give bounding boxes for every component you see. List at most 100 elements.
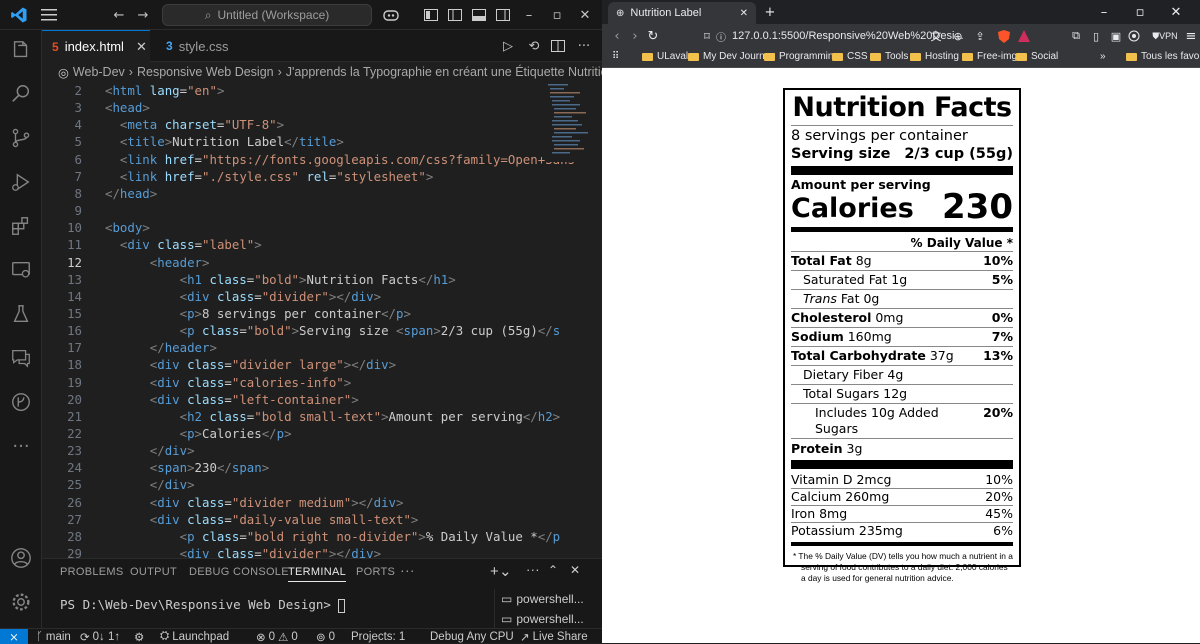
code-line[interactable]: 21 <h2 class="bold small-text">Amount pe… bbox=[42, 408, 602, 425]
panel-tab-output[interactable]: OUTPUT bbox=[130, 566, 177, 578]
bookmark-folder[interactable]: Free-img bbox=[962, 51, 1017, 62]
remote-explorer-icon[interactable] bbox=[0, 252, 42, 288]
breadcrumb-item[interactable]: Web-Dev bbox=[73, 65, 125, 79]
code-line[interactable]: 11 <div class="label"> bbox=[42, 236, 602, 253]
code-line[interactable]: 16 <p class="bold">Serving size <span>2/… bbox=[42, 322, 602, 339]
bookmark-folder[interactable]: My Dev Journey bbox=[688, 51, 775, 62]
editor-scrollbar[interactable] bbox=[592, 82, 602, 558]
tab-index-html[interactable]: 5 index.html ✕ bbox=[42, 30, 150, 62]
projects-status[interactable]: Projects: 1 bbox=[351, 629, 405, 644]
code-line[interactable]: 20 <div class="left-container"> bbox=[42, 391, 602, 408]
copilot-icon[interactable] bbox=[380, 4, 402, 26]
wallet-icon[interactable]: ▣ bbox=[1108, 25, 1124, 47]
code-line[interactable]: 25 </div> bbox=[42, 476, 602, 493]
code-line[interactable]: 4 <meta charset="UTF-8"> bbox=[42, 116, 602, 133]
chevron-up-icon[interactable]: ⌃ bbox=[548, 563, 558, 577]
toggle-panel-icon[interactable] bbox=[470, 4, 488, 26]
breadcrumb-item[interactable]: Responsive Web Design bbox=[137, 65, 274, 79]
close-panel-icon[interactable]: ✕ bbox=[570, 563, 580, 577]
build-config-status[interactable]: Debug Any CPU bbox=[430, 629, 514, 644]
extensions-icon[interactable] bbox=[0, 208, 42, 244]
back-icon[interactable]: ‹ bbox=[608, 25, 626, 47]
more-icon[interactable]: ··· bbox=[526, 562, 540, 577]
forward-icon[interactable]: › bbox=[626, 25, 644, 47]
minimize-icon[interactable]: – bbox=[1094, 1, 1114, 23]
panel-tab-problems[interactable]: PROBLEMS bbox=[60, 566, 124, 578]
close-tab-icon[interactable]: ✕ bbox=[740, 8, 748, 19]
code-line[interactable]: 24 <span>230</span> bbox=[42, 459, 602, 476]
tab-style-css[interactable]: 3 style.css bbox=[156, 30, 256, 62]
timeline-icon[interactable]: ⟲ bbox=[524, 35, 544, 57]
code-line[interactable]: 14 <div class="divider"></div> bbox=[42, 288, 602, 305]
code-line[interactable]: 3 <head> bbox=[42, 99, 602, 116]
code-line[interactable]: 23 </div> bbox=[42, 442, 602, 459]
code-line[interactable]: 19 <div class="calories-info"> bbox=[42, 374, 602, 391]
panel-tab-debug-console[interactable]: DEBUG CONSOLE bbox=[189, 566, 289, 578]
more-icon[interactable]: ··· bbox=[0, 428, 42, 464]
code-line[interactable]: 2 <html lang="en"> bbox=[42, 82, 602, 99]
close-tab-icon[interactable]: ✕ bbox=[136, 39, 147, 55]
live-share-status[interactable]: ↗ Live Share bbox=[520, 629, 588, 644]
zoom-icon[interactable]: ⊕ bbox=[950, 25, 966, 47]
bookmark-folder[interactable]: CSS bbox=[832, 51, 868, 62]
panel-tab-ports[interactable]: PORTS bbox=[356, 566, 395, 578]
new-tab-plus-icon[interactable]: + bbox=[760, 1, 780, 23]
maximize-icon[interactable]: ▫ bbox=[1130, 1, 1150, 23]
search-icon[interactable] bbox=[0, 76, 42, 112]
settings-gear-icon[interactable] bbox=[0, 584, 42, 620]
share-icon[interactable]: ⇪ bbox=[972, 25, 988, 47]
code-line[interactable]: 7 <link href="./style.css" rel="styleshe… bbox=[42, 168, 602, 185]
account-icon[interactable] bbox=[0, 540, 42, 576]
terminal-instance[interactable]: ▭ powershell... bbox=[495, 609, 602, 629]
panel-tab-terminal[interactable]: TERMINAL bbox=[288, 566, 347, 582]
split-editor-icon[interactable] bbox=[548, 35, 568, 57]
code-line[interactable]: 28 <p class="bold right no-divider">% Da… bbox=[42, 528, 602, 545]
toggle-sidebar-icon[interactable] bbox=[446, 4, 464, 26]
more-bookmarks-icon[interactable]: » bbox=[1100, 51, 1106, 62]
run-icon[interactable]: ▷ bbox=[498, 35, 518, 57]
minimize-icon[interactable]: – bbox=[520, 4, 538, 26]
code-line[interactable]: 8 </head> bbox=[42, 185, 602, 202]
code-line[interactable]: 10 <body> bbox=[42, 219, 602, 236]
toggle-secondary-sidebar-icon[interactable] bbox=[494, 4, 512, 26]
more-icon[interactable]: ··· bbox=[400, 562, 415, 578]
maximize-icon[interactable]: ▫ bbox=[548, 4, 566, 26]
code-line[interactable]: 6 <link href="https://fonts.googleapis.c… bbox=[42, 151, 602, 168]
layout-panel-icon[interactable] bbox=[422, 4, 440, 26]
problems-status[interactable]: ⊗ 0 ⚠ 0 bbox=[256, 629, 298, 644]
command-center[interactable]: ⌕ Untitled (Workspace) bbox=[162, 4, 372, 26]
reload-icon[interactable]: ↻ bbox=[644, 25, 662, 47]
ports-status[interactable]: ⊚ 0 bbox=[316, 629, 335, 644]
code-editor[interactable]: 2 <html lang="en"> 3 <head> 4 <meta charset=… bbox=[42, 82, 602, 558]
breadcrumb-item[interactable]: J'apprends la Typographie en créant une … bbox=[286, 65, 602, 79]
source-control-icon[interactable] bbox=[0, 120, 42, 156]
brave-shield-icon[interactable] bbox=[996, 25, 1012, 47]
extensions-icon[interactable]: ⧉ bbox=[1068, 25, 1084, 47]
vpn-button[interactable]: ⛊ VPN bbox=[1148, 25, 1182, 47]
terminal-output[interactable]: PS D:\Web-Dev\Responsive Web Design> bbox=[60, 597, 346, 613]
bookmark-folder[interactable]: Tools bbox=[870, 51, 908, 62]
bookmark-icon[interactable]: ⌑ bbox=[698, 25, 716, 47]
code-line[interactable]: 9 bbox=[42, 202, 602, 219]
terminal-instance[interactable]: ▭ powershell... bbox=[495, 589, 602, 609]
bookmark-folder[interactable]: Programming bbox=[764, 51, 839, 62]
brave-rewards-icon[interactable] bbox=[1016, 25, 1032, 47]
close-window-icon[interactable]: ✕ bbox=[1166, 1, 1186, 23]
code-line[interactable]: 22 <p>Calories</p> bbox=[42, 425, 602, 442]
testing-icon[interactable] bbox=[0, 296, 42, 332]
bookmark-folder[interactable]: Social bbox=[1016, 51, 1058, 62]
code-line[interactable]: 17 </header> bbox=[42, 339, 602, 356]
code-line[interactable]: 15 <p>8 servings per container</p> bbox=[42, 305, 602, 322]
sidebar-icon[interactable]: ▯ bbox=[1088, 25, 1104, 47]
chat-icon[interactable] bbox=[0, 340, 42, 376]
code-line[interactable]: 12 <header> bbox=[42, 254, 602, 271]
launchpad-status[interactable]: ⛭ Launchpad bbox=[160, 629, 229, 644]
menu-icon[interactable] bbox=[38, 4, 60, 26]
forward-arrow-icon[interactable]: → bbox=[132, 4, 154, 26]
code-line[interactable]: 27 <div class="daily-value small-text"> bbox=[42, 511, 602, 528]
translate-icon[interactable]: 文 bbox=[928, 25, 944, 47]
code-line[interactable]: 26 <div class="divider medium"></div> bbox=[42, 494, 602, 511]
bookmark-folder[interactable]: ULaval bbox=[642, 51, 688, 62]
menu-icon[interactable]: ≡ bbox=[1184, 25, 1198, 47]
leo-ai-icon[interactable] bbox=[1126, 25, 1142, 47]
